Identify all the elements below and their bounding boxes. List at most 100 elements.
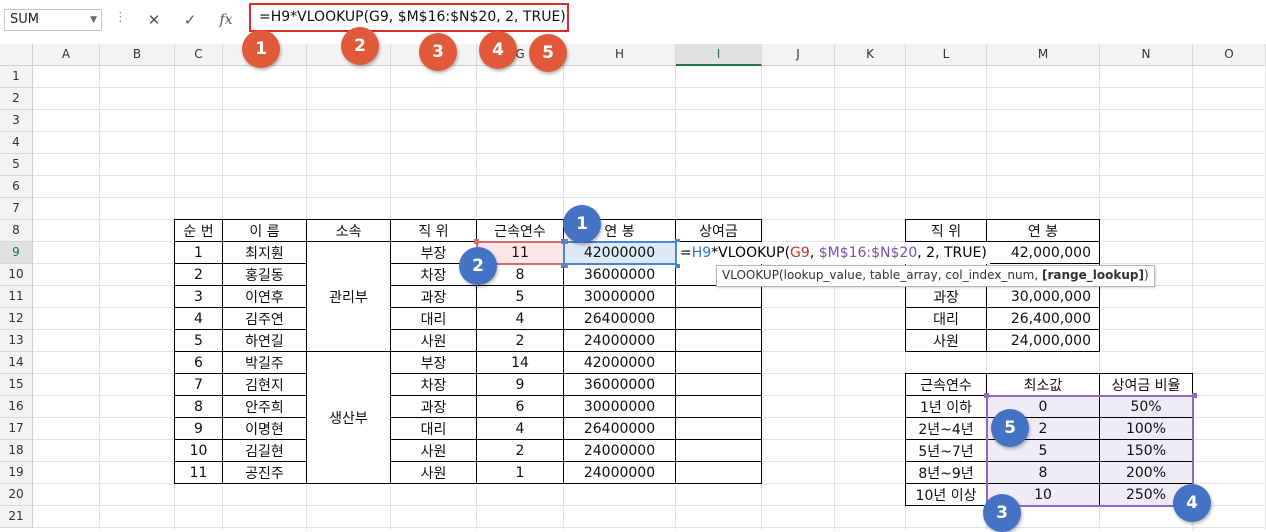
- table1-years[interactable]: 9: [476, 373, 564, 396]
- table1-header-5[interactable]: 근속연수: [476, 219, 564, 242]
- table3-range[interactable]: 2년~4년: [905, 417, 987, 440]
- table1-dept-admin[interactable]: 관리부: [306, 241, 391, 352]
- row-header-6[interactable]: 6: [0, 176, 33, 198]
- ref-outline-g9-handle[interactable]: [474, 239, 479, 244]
- table3-ratio[interactable]: 50%: [1099, 395, 1193, 418]
- table2-position[interactable]: 대리: [905, 307, 987, 330]
- table1-header-2[interactable]: 이 름: [222, 219, 307, 242]
- table1-no[interactable]: 8: [174, 395, 223, 418]
- table1-bonus[interactable]: [675, 307, 762, 330]
- table1-no[interactable]: 1: [174, 241, 223, 264]
- table1-salary[interactable]: 30000000: [563, 285, 676, 308]
- table1-position[interactable]: 사원: [390, 461, 477, 484]
- column-header-n[interactable]: N: [1100, 44, 1193, 66]
- table1-position[interactable]: 부장: [390, 351, 477, 374]
- table1-bonus[interactable]: [675, 329, 762, 352]
- table1-salary[interactable]: 42000000: [563, 241, 676, 264]
- table1-name[interactable]: 이연후: [222, 285, 307, 308]
- table3-range[interactable]: 10년 이상: [905, 483, 987, 506]
- table1-salary[interactable]: 24000000: [563, 439, 676, 462]
- row-header-9[interactable]: 9: [0, 242, 33, 264]
- table1-no[interactable]: 7: [174, 373, 223, 396]
- table3-header-3[interactable]: 상여금 비율: [1099, 373, 1193, 396]
- table1-name[interactable]: 이명현: [222, 417, 307, 440]
- row-header-4[interactable]: 4: [0, 132, 33, 154]
- row-header-7[interactable]: 7: [0, 198, 33, 220]
- row-header-12[interactable]: 12: [0, 308, 33, 330]
- table1-name[interactable]: 공진주: [222, 461, 307, 484]
- table1-name[interactable]: 최지훤: [222, 241, 307, 264]
- row-header-21[interactable]: 21: [0, 506, 33, 528]
- ref-outline-h9-handle[interactable]: [561, 263, 566, 268]
- column-header-l[interactable]: L: [906, 44, 987, 66]
- table1-position[interactable]: 과장: [390, 395, 477, 418]
- row-header-8[interactable]: 8: [0, 220, 33, 242]
- table3-range[interactable]: 5년~7년: [905, 439, 987, 462]
- table2-position[interactable]: 과장: [905, 285, 987, 308]
- chevron-down-icon[interactable]: ▼: [90, 10, 97, 30]
- table2-position[interactable]: 사원: [905, 329, 987, 352]
- name-box[interactable]: SUM ▼: [4, 9, 102, 31]
- table2-header-1[interactable]: 직 위: [905, 219, 987, 242]
- table1-no[interactable]: 11: [174, 461, 223, 484]
- table2-salary[interactable]: 42,000,000: [986, 241, 1100, 264]
- row-header-14[interactable]: 14: [0, 352, 33, 374]
- table1-salary[interactable]: 26400000: [563, 417, 676, 440]
- table1-no[interactable]: 6: [174, 351, 223, 374]
- cell-edit-formula[interactable]: =H9*VLOOKUP(G9, $M$16:$N$20, 2, TRUE): [677, 242, 990, 264]
- table1-position[interactable]: 대리: [390, 307, 477, 330]
- table2-salary[interactable]: 24,000,000: [986, 329, 1100, 352]
- row-header-19[interactable]: 19: [0, 462, 33, 484]
- table1-no[interactable]: 10: [174, 439, 223, 462]
- table1-salary[interactable]: 26400000: [563, 307, 676, 330]
- table1-salary[interactable]: 30000000: [563, 395, 676, 418]
- table1-no[interactable]: 9: [174, 417, 223, 440]
- table3-header-1[interactable]: 근속연수: [905, 373, 987, 396]
- table1-bonus[interactable]: [675, 395, 762, 418]
- column-header-b[interactable]: B: [100, 44, 175, 66]
- table1-salary[interactable]: 42000000: [563, 351, 676, 374]
- cancel-button[interactable]: ✕: [141, 8, 167, 32]
- table1-salary[interactable]: 24000000: [563, 461, 676, 484]
- table2-header-2[interactable]: 연 봉: [986, 219, 1100, 242]
- ref-outline-h9-handle[interactable]: [561, 239, 566, 244]
- table1-bonus[interactable]: [675, 439, 762, 462]
- table3-ratio[interactable]: 150%: [1099, 439, 1193, 462]
- row-header-2[interactable]: 2: [0, 88, 33, 110]
- column-header-h[interactable]: H: [564, 44, 676, 66]
- table1-no[interactable]: 3: [174, 285, 223, 308]
- column-header-m[interactable]: M: [987, 44, 1100, 66]
- ref-outline-range-handle[interactable]: [984, 393, 989, 398]
- table1-position[interactable]: 사원: [390, 329, 477, 352]
- table3-ratio[interactable]: 100%: [1099, 417, 1193, 440]
- row-header-18[interactable]: 18: [0, 440, 33, 462]
- table1-position[interactable]: 대리: [390, 417, 477, 440]
- row-header-13[interactable]: 13: [0, 330, 33, 352]
- table1-bonus[interactable]: [675, 373, 762, 396]
- table1-position[interactable]: 차장: [390, 373, 477, 396]
- ref-outline-range-handle[interactable]: [1192, 393, 1197, 398]
- table1-dept-production[interactable]: 생산부: [306, 351, 391, 484]
- table1-name[interactable]: 홍길동: [222, 263, 307, 286]
- row-header-3[interactable]: 3: [0, 110, 33, 132]
- table1-name[interactable]: 하연길: [222, 329, 307, 352]
- table1-bonus[interactable]: [675, 461, 762, 484]
- table1-name[interactable]: 김길현: [222, 439, 307, 462]
- enter-button[interactable]: ✓: [177, 8, 203, 32]
- select-all-corner[interactable]: [0, 44, 33, 66]
- column-header-i[interactable]: I: [676, 44, 762, 66]
- row-header-11[interactable]: 11: [0, 286, 33, 308]
- table1-salary[interactable]: 24000000: [563, 329, 676, 352]
- row-header-1[interactable]: 1: [0, 66, 33, 88]
- table1-years[interactable]: 6: [476, 395, 564, 418]
- table2-salary[interactable]: 26,400,000: [986, 307, 1100, 330]
- insert-function-button[interactable]: fx: [213, 8, 239, 32]
- table1-name[interactable]: 김현지: [222, 373, 307, 396]
- table3-ratio[interactable]: 200%: [1099, 461, 1193, 484]
- table1-no[interactable]: 5: [174, 329, 223, 352]
- table1-name[interactable]: 안주희: [222, 395, 307, 418]
- table3-header-2[interactable]: 최소값: [986, 373, 1100, 396]
- table1-no[interactable]: 2: [174, 263, 223, 286]
- table1-header-1[interactable]: 순 번: [174, 219, 223, 242]
- table1-header-4[interactable]: 직 위: [390, 219, 477, 242]
